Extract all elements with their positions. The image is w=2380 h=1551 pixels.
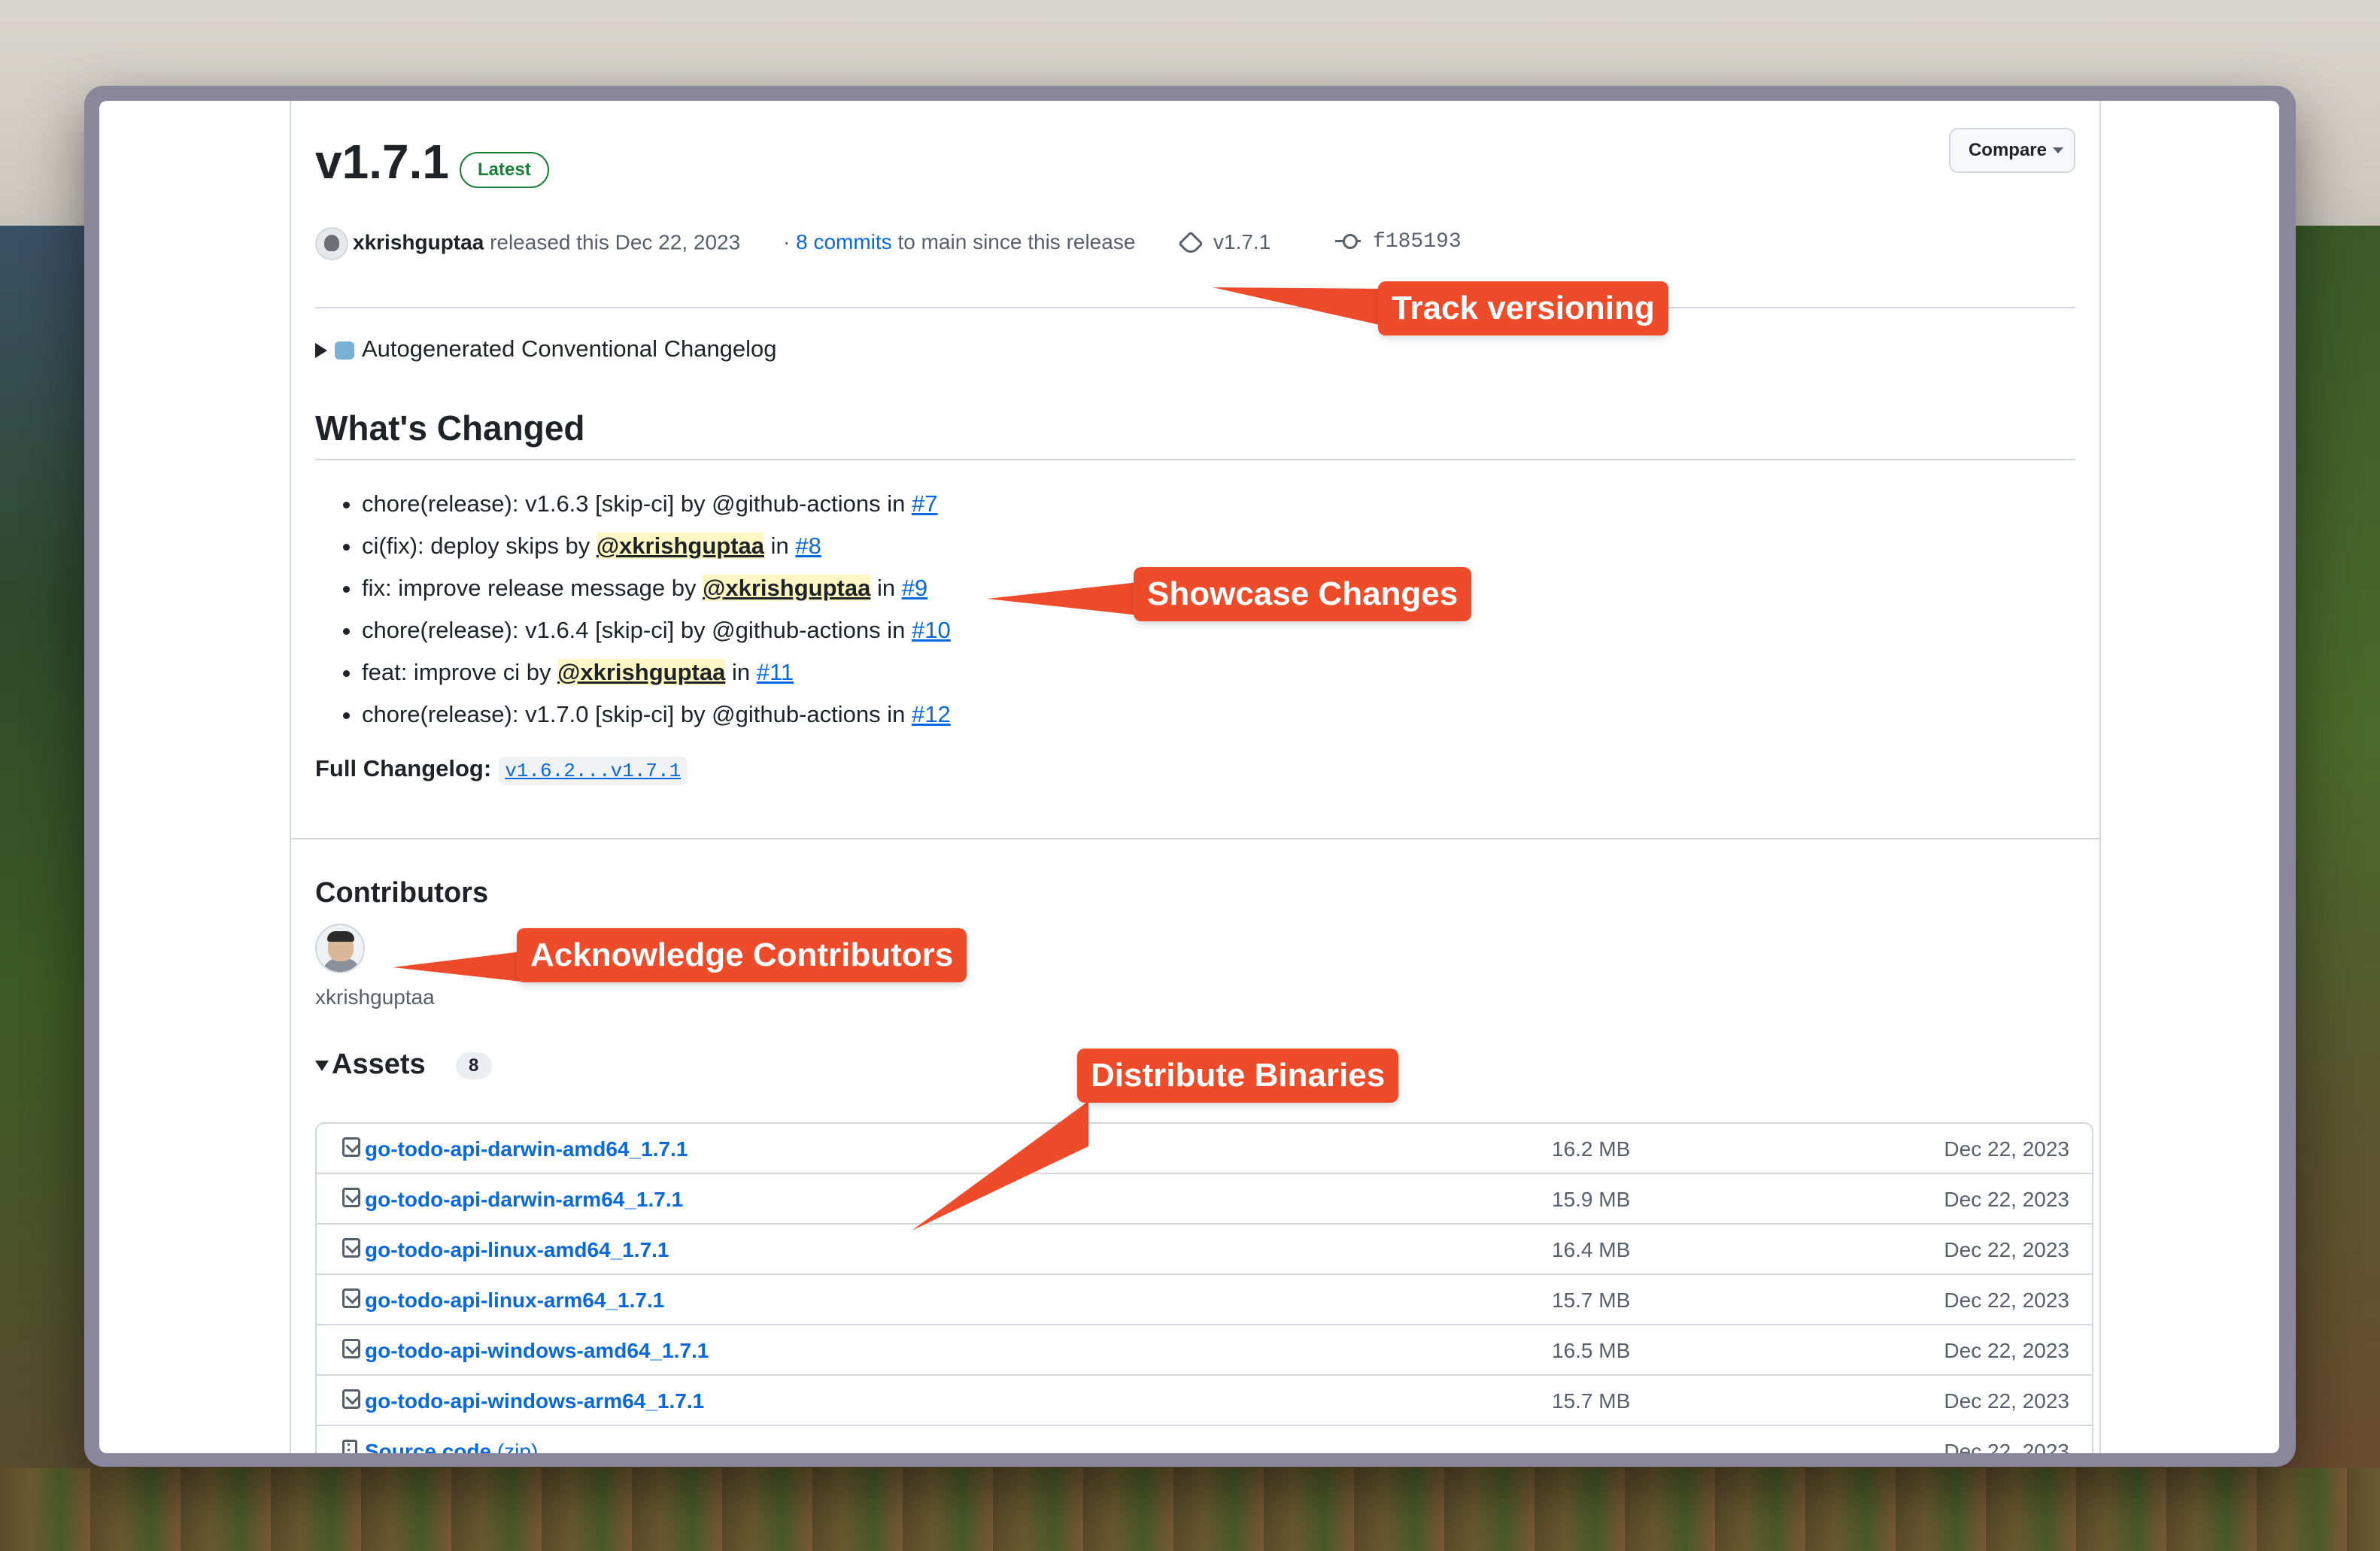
- package-icon: [342, 1188, 360, 1207]
- mention-link[interactable]: @xkrishguptaa: [557, 659, 726, 685]
- asset-date: Dec 22, 2023: [1944, 1188, 2069, 1211]
- divider: [315, 459, 2075, 460]
- changes-list: chore(release): v1.6.3 [skip-ci] by @git…: [339, 483, 951, 736]
- background-bottom: [0, 1468, 2380, 1551]
- package-icon: [342, 1137, 360, 1157]
- list-item: feat: improve ci by @xkrishguptaa in #11: [362, 651, 951, 694]
- table-row: go-todo-api-linux-amd64_1.7.1 16.4 MB De…: [317, 1223, 2092, 1273]
- triangle-down-icon: [315, 1060, 329, 1071]
- asset-date: Dec 22, 2023: [1944, 1137, 2069, 1161]
- package-icon: [342, 1339, 360, 1358]
- list-item: chore(release): v1.6.3 [skip-ci] by @git…: [362, 483, 951, 525]
- contributors-heading: Contributors: [315, 877, 489, 909]
- list-item: ci(fix): deploy skips by @xkrishguptaa i…: [362, 525, 951, 567]
- list-item: fix: improve release message by @xkrishg…: [362, 567, 951, 609]
- author-avatar[interactable]: [315, 227, 348, 260]
- callout-track-versioning: Track versioning: [1378, 281, 1668, 335]
- asset-link[interactable]: go-todo-api-darwin-amd64_1.7.1: [365, 1137, 688, 1161]
- full-changelog-label: Full Changelog:: [315, 755, 492, 782]
- pr-link[interactable]: #7: [912, 490, 937, 517]
- list-item: chore(release): v1.6.4 [skip-ci] by @git…: [362, 609, 951, 651]
- contributor-name: xkrishguptaa: [315, 985, 435, 1009]
- full-changelog-link[interactable]: v1.6.2...v1.7.1: [499, 757, 688, 785]
- asset-date: Dec 22, 2023: [1944, 1288, 2069, 1312]
- assets-heading: Assets: [332, 1049, 426, 1080]
- pr-link[interactable]: #9: [902, 575, 927, 601]
- table-row: Source code (zip) Dec 22, 2023: [317, 1425, 2092, 1453]
- asset-date: Dec 22, 2023: [1944, 1389, 2069, 1413]
- asset-date: Dec 22, 2023: [1944, 1339, 2069, 1362]
- pr-link[interactable]: #11: [757, 659, 794, 685]
- commits-link[interactable]: 8 commits: [796, 230, 892, 253]
- release-page: v1.7.1 Latest Compare xkrishguptaa relea…: [99, 101, 2279, 1453]
- assets-table: go-todo-api-darwin-amd64_1.7.1 16.2 MB D…: [315, 1122, 2093, 1453]
- commits-prefix: ·: [783, 230, 791, 253]
- section-divider: [291, 838, 2099, 839]
- tag-link[interactable]: v1.7.1: [1178, 230, 1271, 256]
- callout-pointer: [912, 1101, 1088, 1231]
- table-row: go-todo-api-windows-arm64_1.7.1 15.7 MB …: [317, 1374, 2092, 1425]
- table-row: go-todo-api-darwin-arm64_1.7.1 15.9 MB D…: [317, 1173, 2092, 1223]
- mention-link[interactable]: @xkrishguptaa: [703, 575, 871, 601]
- contributor-avatar[interactable]: [315, 924, 365, 973]
- changelog-summary: Autogenerated Conventional Changelog: [362, 335, 777, 362]
- changelog-details-toggle[interactable]: Autogenerated Conventional Changelog: [315, 335, 777, 363]
- callout-showcase-changes: Showcase Changes: [1134, 567, 1472, 621]
- asset-size: 16.4 MB: [1552, 1238, 1631, 1261]
- callout-distribute-binaries: Distribute Binaries: [1077, 1049, 1399, 1103]
- asset-link[interactable]: go-todo-api-windows-arm64_1.7.1: [365, 1389, 704, 1413]
- release-card: v1.7.1 Latest Compare xkrishguptaa relea…: [290, 101, 2101, 1453]
- background-left: [0, 226, 98, 1504]
- triangle-right-icon: [315, 342, 327, 358]
- file-zip-icon: [342, 1440, 357, 1453]
- table-row: go-todo-api-windows-amd64_1.7.1 16.5 MB …: [317, 1324, 2092, 1374]
- callout-acknowledge-contributors: Acknowledge Contributors: [517, 928, 967, 982]
- git-commit-icon: [1335, 234, 1361, 250]
- package-icon: [342, 1238, 360, 1258]
- asset-date: Dec 22, 2023: [1944, 1238, 2069, 1261]
- browser-window: v1.7.1 Latest Compare xkrishguptaa relea…: [84, 86, 2296, 1467]
- asset-size: 15.7 MB: [1552, 1288, 1631, 1312]
- commit-sha: f185193: [1373, 230, 1462, 253]
- table-row: go-todo-api-darwin-amd64_1.7.1 16.2 MB D…: [317, 1124, 2092, 1173]
- divider: [315, 307, 2075, 308]
- source-code-link[interactable]: Source code (zip): [365, 1440, 538, 1453]
- asset-link[interactable]: go-todo-api-darwin-arm64_1.7.1: [365, 1188, 683, 1212]
- callout-pointer: [393, 951, 528, 982]
- list-item: chore(release): v1.7.0 [skip-ci] by @git…: [362, 694, 951, 736]
- asset-link[interactable]: go-todo-api-linux-arm64_1.7.1: [365, 1288, 664, 1313]
- mention-link[interactable]: @xkrishguptaa: [596, 533, 765, 559]
- released-text: released this Dec 22, 2023: [490, 230, 741, 254]
- tag-label: v1.7.1: [1213, 230, 1271, 253]
- asset-size: 15.9 MB: [1552, 1188, 1631, 1211]
- tag-icon: [1178, 230, 1204, 256]
- commits-suffix: to main since this release: [897, 230, 1136, 253]
- author-link[interactable]: xkrishguptaa: [353, 230, 484, 253]
- pr-link[interactable]: #10: [912, 617, 951, 643]
- asset-size: 16.5 MB: [1552, 1339, 1631, 1362]
- pr-link[interactable]: #8: [795, 533, 821, 559]
- assets-toggle[interactable]: Assets 8: [315, 1049, 492, 1081]
- table-row: go-todo-api-linux-arm64_1.7.1 15.7 MB De…: [317, 1273, 2092, 1324]
- whats-changed-heading: What's Changed: [315, 408, 585, 448]
- package-icon: [342, 1389, 360, 1409]
- package-icon: [342, 1288, 360, 1308]
- chevron-down-icon: [2053, 147, 2063, 153]
- compare-label: Compare: [1968, 140, 2047, 160]
- asset-link[interactable]: go-todo-api-linux-amd64_1.7.1: [365, 1238, 669, 1262]
- robot-icon: [335, 341, 354, 360]
- asset-size: 15.7 MB: [1552, 1389, 1631, 1413]
- compare-button[interactable]: Compare: [1948, 128, 2075, 173]
- pr-link[interactable]: #12: [912, 701, 951, 727]
- release-title: v1.7.1: [315, 135, 449, 189]
- asset-date: Dec 22, 2023: [1944, 1440, 2069, 1453]
- full-changelog: Full Changelog: v1.6.2...v1.7.1: [315, 755, 688, 785]
- latest-badge: Latest: [460, 152, 549, 188]
- asset-link[interactable]: go-todo-api-windows-amd64_1.7.1: [365, 1339, 709, 1363]
- commit-link[interactable]: f185193: [1335, 230, 1462, 253]
- assets-count-badge: 8: [455, 1052, 492, 1079]
- asset-size: 16.2 MB: [1552, 1137, 1631, 1161]
